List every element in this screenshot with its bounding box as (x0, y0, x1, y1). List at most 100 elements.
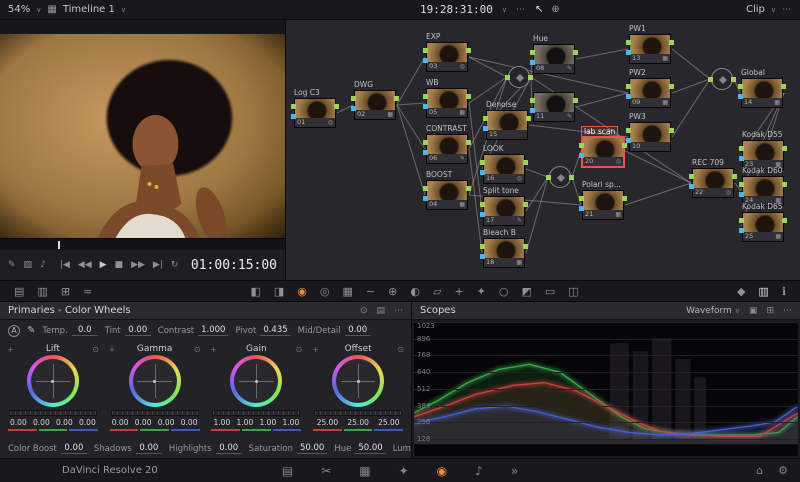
chevron-down-icon[interactable]: ∨ (121, 6, 126, 14)
key-port[interactable] (480, 212, 485, 217)
master-wheel-slider[interactable] (9, 410, 97, 416)
rgb-port[interactable] (669, 84, 674, 89)
rgb-port[interactable] (708, 77, 713, 82)
timeline-select[interactable]: Timeline 1 (63, 4, 115, 15)
node-dwg[interactable]: DWG02▦ (354, 80, 396, 120)
node-thumbnail[interactable]: 17✎ (483, 196, 525, 226)
rgb-port[interactable] (546, 175, 551, 180)
node-thumbnail[interactable]: 18▦ (483, 238, 525, 268)
wheel-value[interactable]: 0.00 (77, 418, 98, 427)
node-kodak-d65[interactable]: Kodak D6525▦ (742, 202, 784, 242)
rgb-port[interactable] (579, 196, 584, 201)
wheel-target-icon[interactable]: + (312, 345, 319, 354)
rgb-port[interactable] (530, 98, 535, 103)
color-warper-icon[interactable]: ⊕ (388, 286, 397, 297)
color-page[interactable]: ◉ (437, 465, 447, 477)
parameter-value[interactable]: 0.00 (136, 443, 162, 454)
node-mixer[interactable] (549, 166, 571, 188)
rgb-port[interactable] (731, 77, 736, 82)
media-pool-icon[interactable]: ⊞ (61, 286, 70, 297)
chevron-down-icon[interactable]: ∨ (502, 6, 507, 14)
wheel-value[interactable]: 0.00 (110, 418, 131, 427)
target-icon[interactable]: ⊙ (360, 306, 368, 316)
fairlight-page[interactable]: ♪ (475, 465, 483, 477)
settings-icon[interactable]: ⚙ (778, 464, 788, 477)
rgb-port[interactable] (579, 143, 584, 148)
wheel-center-dot[interactable] (51, 380, 54, 383)
wheel-center-dot[interactable] (255, 380, 258, 383)
viewer-mode-icon[interactable]: ▦ (47, 4, 56, 15)
parameter-value[interactable]: 1.000 (198, 325, 228, 336)
key-port[interactable] (423, 150, 428, 155)
rgb-port[interactable] (423, 186, 428, 191)
rgb-port[interactable] (466, 48, 471, 53)
tracker-icon[interactable]: + (454, 286, 463, 297)
node-rec-709[interactable]: REC 70922◎ (692, 158, 734, 198)
key-port[interactable] (738, 94, 743, 99)
key-port[interactable] (626, 94, 631, 99)
wheel-target-icon[interactable]: + (109, 345, 116, 354)
color-wheel[interactable] (129, 355, 181, 407)
wheel-value[interactable]: 0.00 (179, 418, 200, 427)
wheel-value[interactable]: 25.00 (344, 418, 373, 427)
rgb-port[interactable] (394, 96, 399, 101)
node-thumbnail[interactable]: 02▦ (354, 90, 396, 120)
rgb-port[interactable] (669, 40, 674, 45)
lut-browser-icon[interactable]: ▥ (37, 286, 47, 297)
magic-mask-icon[interactable]: ✦ (477, 286, 486, 297)
node-11[interactable]: 11✎ (533, 82, 575, 122)
key-port[interactable] (579, 206, 584, 211)
wheel-value[interactable]: 0.00 (8, 418, 29, 427)
key-port[interactable] (480, 254, 485, 259)
chevron-down-icon[interactable]: ∨ (771, 6, 776, 14)
pointer-tool-icon[interactable]: ↖ (535, 4, 543, 15)
gallery-icon[interactable]: ▤ (14, 286, 24, 297)
rgb-port[interactable] (528, 75, 533, 80)
clip-selector[interactable]: Clip (746, 4, 765, 15)
node-bleach-b[interactable]: Bleach B18▦ (483, 228, 525, 268)
wheel-reset-icon[interactable]: ⊙ (92, 345, 99, 354)
qualifier-icon[interactable]: ◐ (410, 286, 420, 297)
rgb-port[interactable] (523, 244, 528, 249)
rgb-port[interactable] (423, 140, 428, 145)
wheel-value[interactable]: 25.00 (374, 418, 403, 427)
wheel-value[interactable]: 0.00 (54, 418, 75, 427)
key-port[interactable] (423, 196, 428, 201)
key-port[interactable] (689, 184, 694, 189)
node-thumbnail[interactable]: 25▦ (742, 212, 784, 242)
rgb-port[interactable] (423, 48, 428, 53)
color-match-icon[interactable]: ◨ (274, 286, 284, 297)
key-port[interactable] (626, 138, 631, 143)
node-pw3[interactable]: PW310 (629, 112, 671, 152)
picker-tool-icon[interactable]: ✎ (8, 260, 16, 270)
fusion-page[interactable]: ✦ (399, 465, 409, 477)
wheel-reset-icon[interactable]: ⊙ (397, 345, 404, 354)
rgb-port[interactable] (622, 196, 627, 201)
key-port[interactable] (423, 58, 428, 63)
rgb-port[interactable] (782, 218, 787, 223)
step-back-button[interactable]: ◀◀ (78, 260, 92, 270)
rgb-port[interactable] (480, 244, 485, 249)
rgb-port[interactable] (466, 94, 471, 99)
timelines-icon[interactable]: ≈ (83, 286, 92, 297)
node-thumbnail[interactable]: 03◎ (426, 42, 468, 72)
key-port[interactable] (739, 192, 744, 197)
rgb-mixer-icon[interactable]: ▦ (343, 286, 353, 297)
scopes-icon[interactable]: ▥ (758, 286, 768, 297)
node-thumbnail[interactable]: 05▦ (426, 88, 468, 118)
node-lab-scan[interactable]: lab scan20◎ (582, 126, 624, 167)
chevron-down-icon[interactable]: ∨ (36, 6, 41, 14)
node-thumbnail[interactable]: 11✎ (533, 92, 575, 122)
rgb-port[interactable] (739, 146, 744, 151)
edit-page[interactable]: ▦ (359, 465, 370, 477)
node-boost[interactable]: BOOST04▦ (426, 170, 468, 210)
color-wheel[interactable] (27, 355, 79, 407)
rgb-port[interactable] (291, 104, 296, 109)
expand-icon[interactable]: ▣ (749, 306, 758, 316)
blur-icon[interactable]: ○ (499, 286, 509, 297)
hdr-grade-icon[interactable]: ◎ (320, 286, 330, 297)
keyframes-icon[interactable]: ◆ (737, 286, 745, 297)
node-denoise[interactable]: Denoise15 (486, 100, 528, 140)
wheel-value[interactable]: 0.00 (156, 418, 177, 427)
audio-monitor-icon[interactable]: ♪ (40, 260, 46, 270)
